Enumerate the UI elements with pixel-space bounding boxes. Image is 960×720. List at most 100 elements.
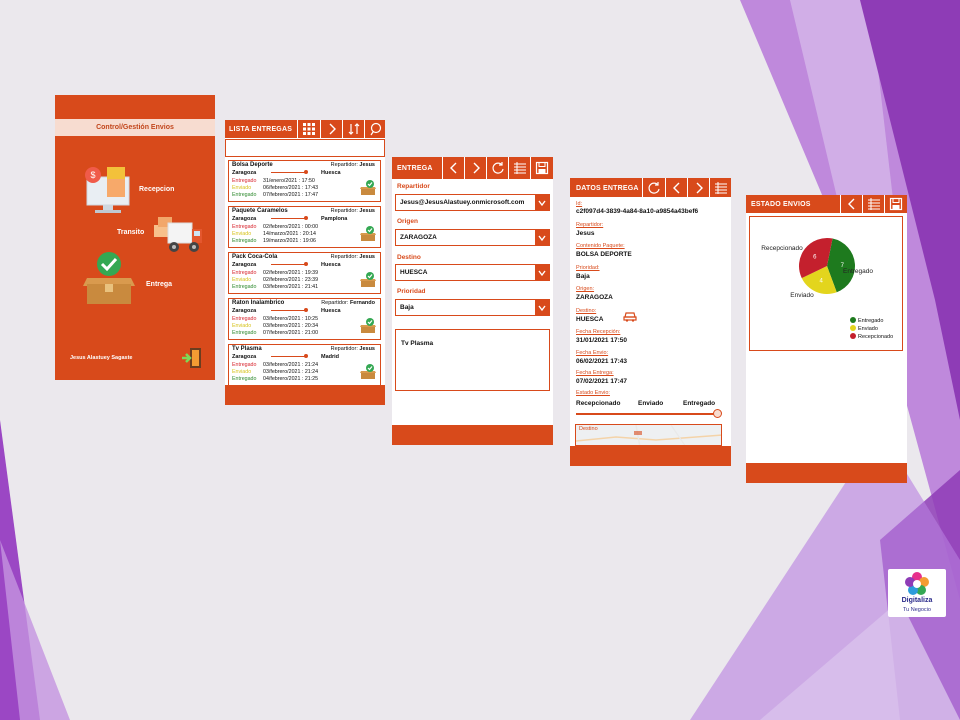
item-status-1: Enviado 03/febrero/2021 : 21:24: [232, 369, 318, 375]
repartidor-value: Jesus: [576, 230, 595, 237]
chart-title: ESTADO ENVIOS: [751, 201, 811, 208]
pie-category-label: Enviado: [790, 292, 814, 299]
previous-button[interactable]: [840, 195, 862, 213]
legend-item: Entregado: [850, 317, 883, 324]
status-label: Entregado: [232, 224, 257, 230]
item-repartidor: Repartidor: Jesus: [331, 254, 375, 260]
status-label: Enviado: [232, 277, 252, 283]
truck-icon[interactable]: [152, 215, 204, 255]
sort-icon: [348, 123, 359, 135]
route-dot: [304, 216, 308, 220]
list-button[interactable]: [709, 178, 731, 197]
desktop-shop-icon[interactable]: $: [83, 165, 133, 215]
prioridad-dropdown[interactable]: Baja: [395, 299, 550, 316]
previous-button[interactable]: [442, 157, 464, 179]
item-rep-name: Jesus: [359, 346, 375, 352]
menu-entrega[interactable]: Entrega: [146, 281, 172, 288]
search-input[interactable]: [225, 139, 385, 157]
form-title: ENTREGA: [397, 165, 433, 172]
prioridad-label: Prioridad: [397, 288, 426, 295]
fecha-envio-label: Fecha Envio:: [576, 350, 609, 356]
map-button[interactable]: [364, 120, 386, 138]
refresh-button[interactable]: [642, 178, 664, 197]
contenido-value: BOLSA DEPORTE: [576, 251, 632, 258]
status-date: 07/febrero/2021 : 21:00: [263, 330, 319, 336]
legend-swatch: [850, 333, 856, 339]
destination-map[interactable]: Destino: [575, 424, 722, 446]
previous-button[interactable]: [665, 178, 687, 197]
item-destination: Huesca: [321, 170, 341, 176]
list-item[interactable]: Tv Plasma Repartidor: Jesus Zaragoza Madrid…: [228, 344, 381, 386]
item-repartidor: Repartidor: Jesus: [331, 346, 375, 352]
list-icon: [867, 198, 880, 210]
item-status-1: Enviado 03/febrero/2021 : 20:34: [232, 323, 318, 329]
next-button[interactable]: [464, 157, 486, 179]
origen-value: ZARAGOZA: [400, 234, 437, 241]
destino-label: Destino:: [576, 308, 597, 314]
destino-dropdown[interactable]: HUESCA: [395, 264, 550, 281]
repartidor-label: Repartidor:: [576, 222, 604, 228]
item-origin: Zaragoza: [232, 170, 257, 176]
menu-transito[interactable]: Transito: [117, 229, 144, 236]
delivered-box-icon: [360, 318, 376, 333]
chart-footer: [746, 463, 907, 483]
item-status-2: Entregado 04/febrero/2021 : 21:25: [232, 376, 318, 382]
next-button[interactable]: [320, 120, 342, 138]
exit-door-icon[interactable]: [181, 347, 203, 369]
list-item[interactable]: Paquete Caramelos Repartidor: Jesus Zarago…: [228, 206, 381, 248]
save-button[interactable]: [530, 157, 552, 179]
legend-item: Recepcionado: [850, 333, 893, 340]
item-rep-label: Repartidor:: [330, 346, 358, 352]
item-status-1: Enviado 06/febrero/2021 : 17:43: [232, 185, 318, 191]
status-label: Entregado: [232, 238, 257, 244]
item-status-0: Entregado 03/febrero/2021 : 10:25: [232, 316, 318, 322]
status-label: Entregado: [232, 270, 257, 276]
list-item[interactable]: Pack Coca-Cola Repartidor: Jesus Zaragoza H…: [228, 252, 381, 294]
status-label: Enviado: [232, 231, 252, 237]
chart-area: 7 Entregado 4 Enviado 6 Recepcionado Entregad…: [749, 216, 903, 351]
list-title: LISTA ENTREGAS: [229, 126, 293, 133]
list-item[interactable]: Raton Inalambrico Repartidor: Fernando Zar…: [228, 298, 381, 340]
delivery-detail-screen: DATOS ENTREGA Id: c2f097d4-3839-4a84-8a1…: [570, 178, 731, 466]
origen-dropdown[interactable]: ZARAGOZA: [395, 229, 550, 246]
status-slider-thumb[interactable]: [713, 409, 722, 418]
fecha-envio-value: 06/02/2021 17:43: [576, 358, 627, 365]
menu-recepcion[interactable]: Recepcion: [139, 186, 174, 193]
detail-footer: [570, 446, 731, 466]
item-origin: Zaragoza: [232, 216, 257, 222]
list-header: LISTA ENTREGAS: [225, 120, 385, 138]
item-status-0: Entregado 02/febrero/2021 : 00:00: [232, 224, 318, 230]
list-button[interactable]: [862, 195, 884, 213]
user-name: Jesus Alastuey Sagaste: [70, 355, 133, 361]
status-slider[interactable]: [576, 409, 722, 418]
save-icon: [889, 197, 902, 211]
route-dot: [304, 354, 308, 358]
refresh-button[interactable]: [486, 157, 508, 179]
next-button[interactable]: [687, 178, 709, 197]
status-label: Entregado: [232, 192, 257, 198]
origen-label: Origen: [397, 218, 418, 225]
sort-button[interactable]: [342, 120, 364, 138]
origen-label: Origen:: [576, 286, 595, 292]
legend-swatch: [850, 317, 856, 323]
logo-line1: Digitaliza: [901, 597, 933, 604]
delivered-box-icon[interactable]: [83, 250, 135, 305]
chevron-left-icon: [847, 198, 854, 210]
item-status-2: Entregado 07/febrero/2021 : 17:47: [232, 192, 318, 198]
logo-flower-icon: [905, 572, 929, 595]
car-icon[interactable]: [623, 310, 637, 322]
item-rep-name: Jesus: [359, 254, 375, 260]
save-button[interactable]: [884, 195, 906, 213]
route-line: [271, 218, 305, 219]
description-textarea[interactable]: Tv Plasma: [395, 329, 550, 391]
list-button[interactable]: [508, 157, 530, 179]
repartidor-dropdown[interactable]: Jesus@JesusAlastuey.onmicrosoft.com: [395, 194, 550, 211]
status-label: Enviado: [232, 185, 252, 191]
route-line: [271, 310, 305, 311]
list-icon: [513, 162, 526, 174]
list-item[interactable]: Bolsa Deporte Repartidor: Jesus Zaragoza Hu…: [228, 160, 381, 202]
grid-button[interactable]: [297, 120, 319, 138]
item-rep-label: Repartidor:: [321, 300, 349, 306]
item-name: Tv Plasma: [232, 346, 262, 352]
fecha-entrega-label: Fecha Entrega:: [576, 370, 614, 376]
